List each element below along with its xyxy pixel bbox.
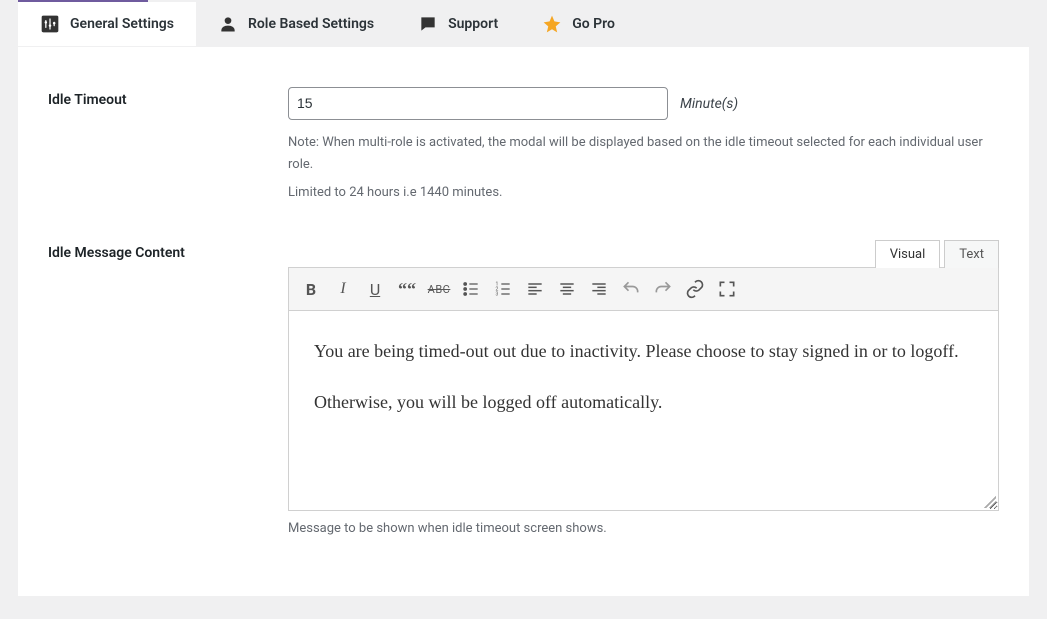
idle-timeout-limit: Limited to 24 hours i.e 1440 minutes. (288, 182, 999, 204)
tab-support[interactable]: Support (396, 2, 520, 46)
idle-timeout-unit: Minute(s) (680, 96, 738, 112)
underline-button[interactable]: U (359, 274, 391, 304)
tab-label: Role Based Settings (248, 16, 374, 32)
idle-timeout-label: Idle Timeout (48, 87, 288, 210)
chat-icon (418, 14, 438, 34)
input-group: Minute(s) (288, 87, 999, 120)
editor-paragraph: You are being timed-out out due to inact… (314, 336, 973, 367)
idle-message-label: Idle Message Content (48, 240, 288, 536)
blockquote-button[interactable]: ““ (391, 274, 423, 304)
fullscreen-button[interactable] (711, 274, 743, 304)
editor-toolbar: B I U ““ ABC 123 (288, 267, 999, 311)
idle-timeout-input[interactable] (288, 87, 668, 120)
idle-timeout-note: Note: When multi-role is activated, the … (288, 132, 999, 176)
tab-general-settings[interactable]: General Settings (18, 2, 196, 46)
user-icon (218, 14, 238, 34)
star-icon (542, 14, 562, 34)
undo-button[interactable] (615, 274, 647, 304)
tab-label: Go Pro (572, 16, 615, 32)
editor-content[interactable]: You are being timed-out out due to inact… (288, 311, 999, 511)
align-center-button[interactable] (551, 274, 583, 304)
idle-message-field: Visual Text B I U ““ ABC 123 (288, 240, 999, 536)
sliders-icon (40, 14, 60, 34)
align-left-button[interactable] (519, 274, 551, 304)
settings-content: Idle Timeout Minute(s) Note: When multi-… (18, 47, 1029, 596)
bullet-list-button[interactable] (455, 274, 487, 304)
tab-role-based-settings[interactable]: Role Based Settings (196, 2, 396, 46)
bold-button[interactable]: B (295, 274, 327, 304)
editor-tab-visual[interactable]: Visual (875, 240, 941, 268)
redo-button[interactable] (647, 274, 679, 304)
field-idle-message: Idle Message Content Visual Text B I U “… (48, 240, 999, 536)
italic-button[interactable]: I (327, 274, 359, 304)
strikethrough-button[interactable]: ABC (423, 274, 455, 304)
field-idle-timeout: Idle Timeout Minute(s) Note: When multi-… (48, 87, 999, 210)
editor-tab-text[interactable]: Text (944, 240, 999, 268)
tab-go-pro[interactable]: Go Pro (520, 2, 637, 46)
svg-text:3: 3 (496, 292, 499, 298)
editor-mode-tabs: Visual Text (288, 240, 999, 268)
idle-message-desc: Message to be shown when idle timeout sc… (288, 521, 999, 536)
align-right-button[interactable] (583, 274, 615, 304)
settings-page: General Settings Role Based Settings Sup… (0, 0, 1047, 596)
tab-label: Support (448, 16, 498, 32)
editor-paragraph: Otherwise, you will be logged off automa… (314, 387, 973, 418)
number-list-button[interactable]: 123 (487, 274, 519, 304)
link-button[interactable] (679, 274, 711, 304)
tab-bar: General Settings Role Based Settings Sup… (0, 2, 1047, 47)
tab-label: General Settings (70, 16, 174, 32)
resize-handle-icon[interactable] (984, 496, 996, 508)
idle-timeout-field: Minute(s) Note: When multi-role is activ… (288, 87, 999, 210)
